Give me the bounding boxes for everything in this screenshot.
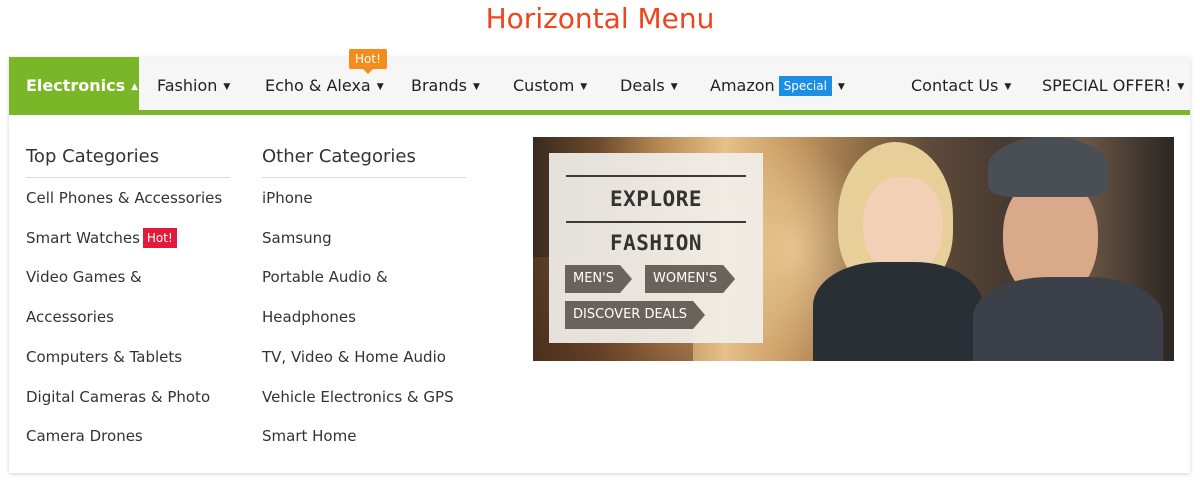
caret-down-icon: ▼ (670, 82, 678, 92)
menu-item-label: Electronics (26, 76, 126, 95)
category-link[interactable]: Smart Home (262, 417, 466, 457)
category-link[interactable]: TV, Video & Home Audio (262, 338, 466, 378)
menu-item-label: Contact Us (911, 76, 999, 95)
page-title: Horizontal Menu (485, 2, 715, 35)
category-link[interactable]: Smart Watches Hot! (26, 219, 230, 259)
other-categories-column: Other Categories iPhone Samsung Portable… (262, 137, 466, 457)
caret-down-icon: ▼ (223, 82, 231, 92)
category-link[interactable]: Video Games & (26, 258, 230, 298)
menu-item-label: Echo & Alexa (265, 76, 371, 95)
menu-bar: Electronics ▲ Fashion ▼ Echo & Alexa ▼ Hot!… (9, 49, 1190, 115)
man-hat (988, 137, 1108, 197)
menu-item-contact-us[interactable]: Contact Us ▼ (911, 57, 1011, 115)
caret-down-icon: ▼ (580, 82, 588, 92)
caret-down-icon: ▼ (473, 82, 480, 92)
caret-up-icon: ▲ (131, 82, 139, 92)
fashion-promo-banner[interactable]: EXPLORE FASHION MEN'S WOMEN'S DISCOVER D… (533, 137, 1174, 361)
category-link[interactable]: Digital Cameras & Photo (26, 378, 230, 418)
category-link[interactable]: Camera Drones (26, 417, 230, 457)
menu-item-label: Custom (513, 76, 575, 95)
menu-item-special-offer[interactable]: SPECIAL OFFER! ▼ (1042, 57, 1184, 115)
special-badge: Special (778, 76, 832, 96)
category-link[interactable]: Cell Phones & Accessories (26, 179, 230, 219)
menu-item-fashion[interactable]: Fashion ▼ (157, 57, 230, 115)
category-link[interactable]: Vehicle Electronics & GPS (262, 378, 466, 418)
column-heading: Top Categories (26, 137, 230, 178)
promo-card: EXPLORE FASHION MEN'S WOMEN'S DISCOVER D… (549, 153, 763, 343)
menu-item-brands[interactable]: Brands ▼ (411, 57, 480, 115)
promo-title: EXPLORE FASHION (566, 175, 746, 255)
caret-down-icon: ▼ (1177, 82, 1185, 92)
category-link[interactable]: Portable Audio & (262, 258, 466, 298)
category-link[interactable]: iPhone (262, 179, 466, 219)
menu-item-custom[interactable]: Custom ▼ (513, 57, 587, 115)
column-heading: Other Categories (262, 137, 466, 178)
menu-item-deals[interactable]: Deals ▼ (620, 57, 678, 115)
category-link[interactable]: Headphones (262, 298, 466, 338)
menu-item-electronics[interactable]: Electronics ▲ (9, 57, 139, 115)
menu-item-label: SPECIAL OFFER! (1042, 76, 1172, 95)
horizontal-menu: Electronics ▲ Fashion ▼ Echo & Alexa ▼ Hot!… (9, 49, 1190, 473)
hot-badge: Hot! (349, 49, 387, 74)
discover-deals-tag[interactable]: DISCOVER DEALS (565, 301, 705, 329)
category-link[interactable]: Samsung (262, 219, 466, 259)
man-jacket (973, 277, 1163, 361)
woman-jacket (813, 262, 983, 361)
category-link[interactable]: Accessories (26, 298, 230, 338)
menu-item-label: Amazon (710, 76, 775, 95)
caret-down-icon: ▼ (1004, 82, 1012, 92)
category-link[interactable]: Computers & Tablets (26, 338, 230, 378)
category-link-label: Smart Watches (26, 228, 140, 247)
menu-item-amazon[interactable]: Amazon Special ▼ (710, 57, 845, 115)
menu-item-label: Deals (620, 76, 665, 95)
womens-tag[interactable]: WOMEN'S (645, 265, 735, 293)
menu-item-label: Fashion (157, 76, 218, 95)
mens-tag[interactable]: MEN'S (565, 265, 632, 293)
menu-item-label: Brands (411, 76, 467, 95)
hot-badge: Hot! (142, 227, 177, 248)
top-categories-column: Top Categories Cell Phones & Accessories… (26, 137, 230, 457)
caret-down-icon: ▼ (837, 82, 845, 92)
